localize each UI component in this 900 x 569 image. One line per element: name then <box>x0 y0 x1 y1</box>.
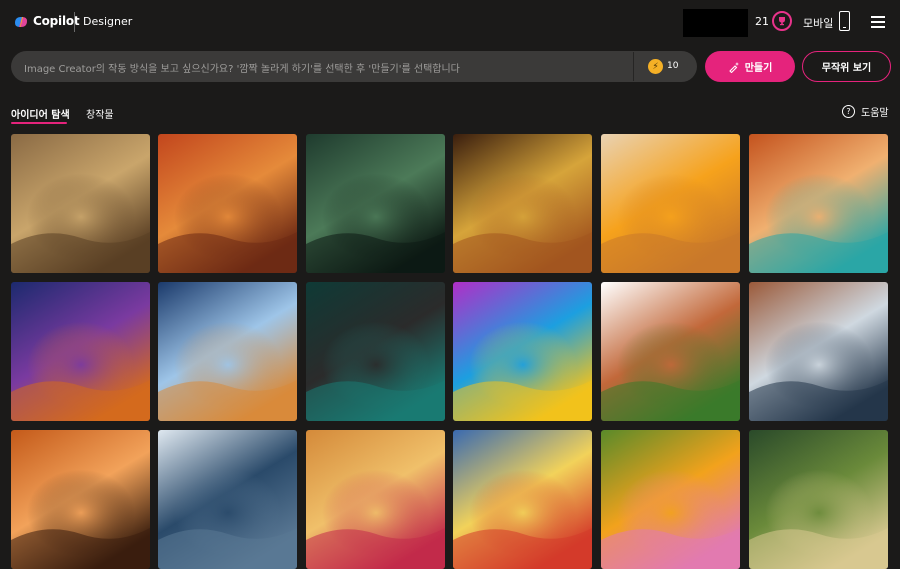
active-tab-indicator <box>11 122 67 124</box>
gallery-image-winter-village[interactable] <box>158 282 297 421</box>
boost-count: 10 <box>667 61 679 71</box>
phone-icon[interactable] <box>839 11 850 31</box>
gallery-image-jungle-waterfall[interactable] <box>749 430 888 569</box>
boost-coin-icon: ⚡ <box>648 59 663 74</box>
gallery-image-autumn-cabin[interactable] <box>158 134 297 273</box>
gallery-image-tulip-field[interactable] <box>453 430 592 569</box>
tab-creations[interactable]: 창작물 <box>86 106 114 121</box>
trophy-icon <box>779 17 785 26</box>
prompt-divider <box>633 52 634 81</box>
question-icon: ? <box>842 105 855 118</box>
gallery-image-waterfall-lagoon[interactable] <box>749 134 888 273</box>
surprise-me-button[interactable]: 무작위 보기 <box>802 51 891 82</box>
create-button[interactable]: 만들기 <box>705 51 795 82</box>
gallery-image-gothic-castle[interactable] <box>306 134 445 273</box>
tab-explore-ideas[interactable]: 아이디어 탐색 <box>11 106 70 121</box>
help-label: 도움말 <box>861 108 889 119</box>
gallery-image-fox-in-forest[interactable] <box>11 430 150 569</box>
brand-name[interactable]: Copilot <box>33 14 80 28</box>
gallery-image-crescent-moon-landscape[interactable] <box>11 282 150 421</box>
gallery-image-cafe-bear-sign[interactable] <box>749 282 888 421</box>
gallery-image-snowy-mountains[interactable] <box>158 430 297 569</box>
rewards-button[interactable] <box>772 11 792 31</box>
prompt-placeholder[interactable]: Image Creator의 작동 방식을 보고 싶으신가요? '깜짝 놀라게 … <box>24 60 460 75</box>
brush-sparkle-icon <box>728 61 739 73</box>
gallery-image-penguin-rainbow[interactable] <box>453 282 592 421</box>
create-button-label: 만들기 <box>744 63 773 74</box>
gallery-image-cornucopia[interactable] <box>453 134 592 273</box>
gallery-image-isometric-pagoda[interactable] <box>601 282 740 421</box>
help-link[interactable]: ? 도움말 <box>842 104 889 119</box>
mobile-label[interactable]: 모바일 <box>803 15 833 31</box>
surprise-button-label: 무작위 보기 <box>821 63 872 74</box>
header-divider <box>74 12 75 32</box>
copilot-logo-icon[interactable] <box>13 14 29 30</box>
gallery-image-candy-city[interactable] <box>306 430 445 569</box>
hamburger-menu-icon[interactable] <box>871 16 885 28</box>
gallery-image-flower-picnic[interactable] <box>601 430 740 569</box>
redacted-box <box>683 9 748 37</box>
coin-count: 21 <box>755 15 769 28</box>
gallery-image-robot-portrait[interactable] <box>306 282 445 421</box>
gallery-image-bears-in-cabin[interactable] <box>11 134 150 273</box>
product-name[interactable]: Designer <box>83 15 132 28</box>
prompt-input[interactable]: Image Creator의 작동 방식을 보고 싶으신가요? '깜짝 놀라게 … <box>11 51 697 82</box>
gallery-image-pancakes-breakfast[interactable] <box>601 134 740 273</box>
top-bar: Copilot Designer 21 모바일 <box>0 0 900 44</box>
